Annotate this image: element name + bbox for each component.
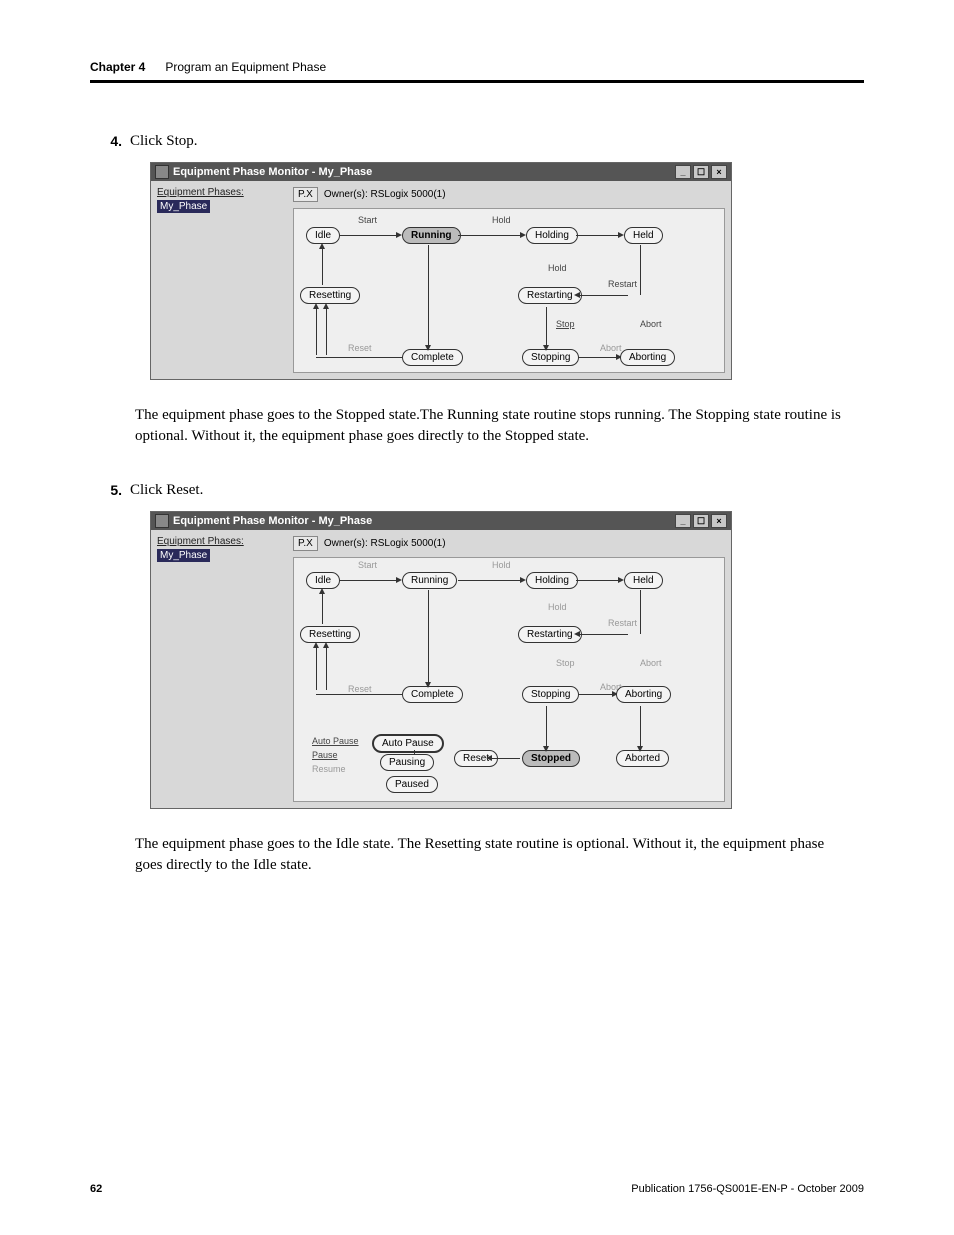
phases-label-2: Equipment Phases: <box>157 536 287 547</box>
maximize-button[interactable]: ☐ <box>693 514 709 528</box>
state-idle: Idle <box>306 227 340 244</box>
screenshot-1: Equipment Phase Monitor - My_Phase _ ☐ ×… <box>150 162 732 380</box>
state-restarting-2: Restarting <box>518 626 582 643</box>
label-hold: Hold <box>492 215 511 225</box>
maximize-button[interactable]: ☐ <box>693 165 709 179</box>
minimize-button[interactable]: _ <box>675 514 691 528</box>
owner-icon-2: P.X <box>293 536 318 551</box>
close-button[interactable]: × <box>711 514 727 528</box>
chapter-label: Chapter 4 <box>90 60 145 74</box>
label-holdcmd-2: Hold <box>548 602 567 612</box>
label-hold-2: Hold <box>492 560 511 570</box>
state-holding-2: Holding <box>526 572 578 589</box>
label-reset: Reset <box>348 343 372 353</box>
label-autopause-1: Auto Pause <box>312 736 359 746</box>
label-holdcmd: Hold <box>548 263 567 273</box>
state-aborting-2: Aborting <box>616 686 671 703</box>
label-stop-2: Stop <box>556 658 575 668</box>
label-reset-2: Reset <box>348 684 372 694</box>
window-icon <box>155 514 169 528</box>
state-held-2: Held <box>624 572 663 589</box>
step-4-text: Click Stop. <box>130 133 198 150</box>
state-diagram-1: Idle Start Running Hold Holding Held Hol… <box>293 208 725 373</box>
page-number: 62 <box>90 1183 102 1195</box>
step-5: 5. Click Reset. <box>90 482 864 499</box>
state-restarting: Restarting <box>518 287 582 304</box>
minimize-button[interactable]: _ <box>675 165 691 179</box>
state-resetting-2: Resetting <box>300 626 360 643</box>
publication-id: Publication 1756-QS001E-EN-P - October 2… <box>631 1183 864 1195</box>
label-stop: Stop <box>556 319 575 329</box>
step-4-num: 4. <box>90 133 130 150</box>
para-1: The equipment phase goes to the Stopped … <box>135 405 855 447</box>
page-footer: 62 Publication 1756-QS001E-EN-P - Octobe… <box>90 1183 864 1195</box>
label-abort-2: Abort <box>640 658 662 668</box>
window-titlebar: Equipment Phase Monitor - My_Phase _ ☐ × <box>151 163 731 181</box>
state-running-2: Running <box>402 572 457 589</box>
step-5-num: 5. <box>90 482 130 499</box>
label-abort: Abort <box>640 319 662 329</box>
label-start: Start <box>358 215 377 225</box>
owner-text-2: Owner(s): RSLogix 5000(1) <box>324 538 446 549</box>
label-start-2: Start <box>358 560 377 570</box>
state-autopause: Auto Pause <box>372 734 444 753</box>
state-pausing: Pausing <box>380 754 434 771</box>
left-panel-2: Equipment Phases: My_Phase <box>157 536 287 802</box>
state-stopping-2: Stopping <box>522 686 579 703</box>
state-paused: Paused <box>386 776 438 793</box>
left-panel: Equipment Phases: My_Phase <box>157 187 287 373</box>
state-aborted: Aborted <box>616 750 669 767</box>
page-header: Chapter 4 Program an Equipment Phase <box>90 60 864 83</box>
tree-item-2[interactable]: My_Phase <box>157 549 210 562</box>
state-resetting: Resetting <box>300 287 360 304</box>
step-4: 4. Click Stop. <box>90 133 864 150</box>
chapter-title: Program an Equipment Phase <box>165 60 326 74</box>
state-held: Held <box>624 227 663 244</box>
right-panel-2: P.X Owner(s): RSLogix 5000(1) Idle Start… <box>293 536 725 802</box>
state-stopping: Stopping <box>522 349 579 366</box>
state-stopped: Stopped <box>522 750 580 767</box>
step-5-text: Click Reset. <box>130 482 203 499</box>
label-resume: Resume <box>312 764 346 774</box>
screenshot-2: Equipment Phase Monitor - My_Phase _ ☐ ×… <box>150 511 732 809</box>
phases-label: Equipment Phases: <box>157 187 287 198</box>
label-pause: Pause <box>312 750 338 760</box>
window-icon <box>155 165 169 179</box>
state-complete: Complete <box>402 349 463 366</box>
window-title-2: Equipment Phase Monitor - My_Phase <box>173 515 675 527</box>
close-button[interactable]: × <box>711 165 727 179</box>
state-diagram-2: Idle Start Running Hold Holding Held Hol… <box>293 557 725 802</box>
window-titlebar-2: Equipment Phase Monitor - My_Phase _ ☐ × <box>151 512 731 530</box>
state-complete-2: Complete <box>402 686 463 703</box>
tree-item[interactable]: My_Phase <box>157 200 210 213</box>
label-restart: Restart <box>608 279 637 289</box>
label-restart-2: Restart <box>608 618 637 628</box>
para-2: The equipment phase goes to the Idle sta… <box>135 834 855 876</box>
window-title: Equipment Phase Monitor - My_Phase <box>173 166 675 178</box>
state-idle-2: Idle <box>306 572 340 589</box>
state-holding: Holding <box>526 227 578 244</box>
owner-icon: P.X <box>293 187 318 202</box>
right-panel: P.X Owner(s): RSLogix 5000(1) Idle Start… <box>293 187 725 373</box>
label-abortcmd: Abort <box>600 343 622 353</box>
state-running: Running <box>402 227 461 244</box>
owner-text: Owner(s): RSLogix 5000(1) <box>324 189 446 200</box>
state-aborting: Aborting <box>620 349 675 366</box>
